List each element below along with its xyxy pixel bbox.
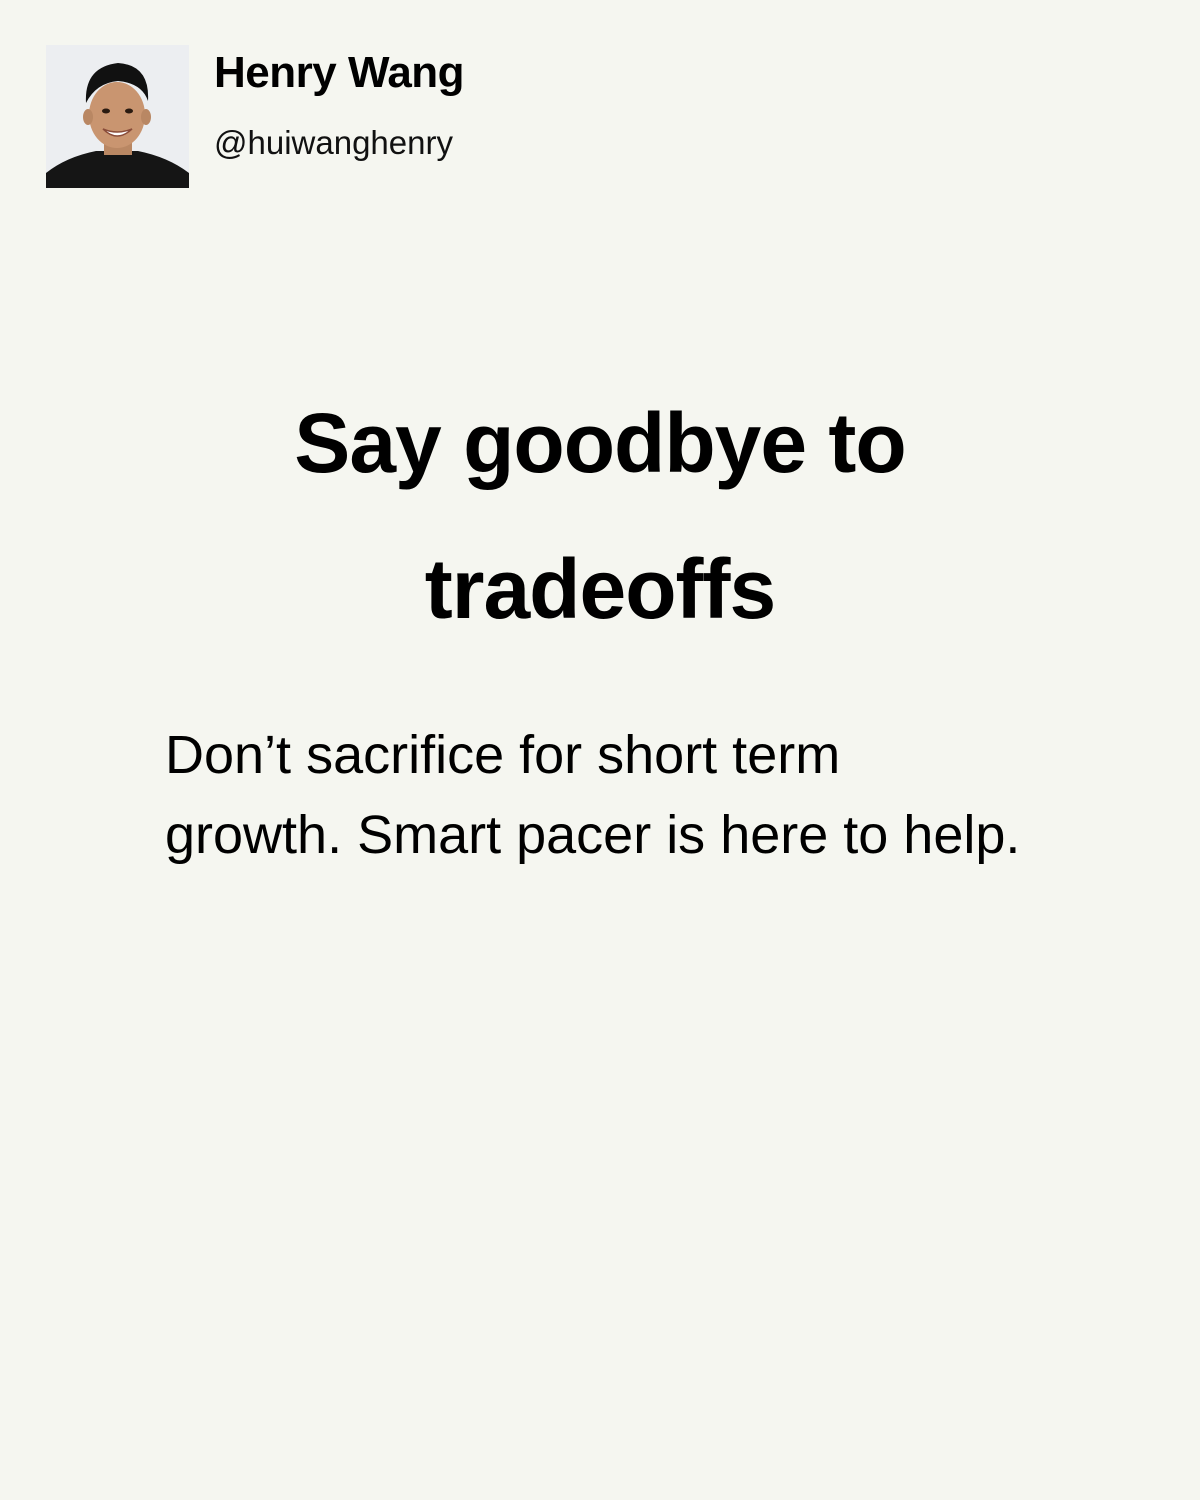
profile-photo-icon	[46, 45, 189, 188]
author-header: Henry Wang @huiwanghenry	[46, 45, 465, 188]
headline-line-2: tradeoffs	[424, 542, 776, 636]
author-handle[interactable]: @huiwanghenry	[214, 123, 464, 163]
author-name[interactable]: Henry Wang	[214, 47, 465, 99]
headline-line-1: Say goodbye to	[294, 396, 906, 490]
author-text: Henry Wang @huiwanghenry	[214, 45, 465, 163]
avatar[interactable]	[46, 45, 189, 188]
post-body: Don’t sacrifice for short term growth. S…	[165, 725, 1021, 865]
headline: Say goodbye to tradeoffs	[100, 370, 1100, 662]
